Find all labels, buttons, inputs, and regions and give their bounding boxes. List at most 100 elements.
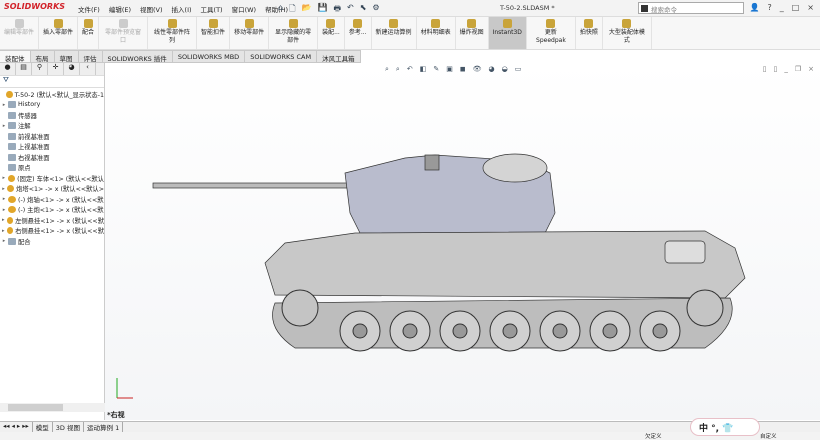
ribbon-button[interactable]: 大型装配体模式 (603, 17, 652, 49)
menu-item[interactable]: 编辑(E) (109, 4, 131, 14)
ribbon-button[interactable]: 新建运动算例 (372, 17, 417, 49)
expand-arrow-icon[interactable]: ▸ (0, 196, 8, 202)
ribbon-button[interactable]: 材料明细表 (417, 17, 456, 49)
tree-item[interactable]: ▸ 炮塔<1> -> x (默认<<默认> (0, 184, 104, 195)
tree-item[interactable]: ▸ (-) 主炮<1> -> x (默认<<默 (0, 205, 104, 216)
ribbon-button[interactable]: 线性零部件阵列 (148, 17, 198, 49)
expand-arrow-icon[interactable]: ▸ (0, 217, 7, 223)
tree-item[interactable]: ▸ History (0, 100, 104, 111)
dimxpert-icon[interactable]: ✛ (48, 63, 64, 75)
tree-item[interactable]: ▸ 注解 (0, 121, 104, 132)
scroll-left-icon[interactable]: ‹ (80, 63, 96, 75)
tree-item[interactable]: 上视基准面 (0, 142, 104, 153)
menu-item[interactable]: 插入(I) (172, 4, 192, 14)
menu-bar: 文件(F) 编辑(E) 视图(V) 插入(I) 工具(T) 窗口(W) 帮助(H) (78, 4, 288, 14)
ribbon-label: 智能扣件 (201, 29, 226, 36)
tree-item-label: 左侧悬挂<1> -> x (默认<<默 (15, 217, 104, 225)
command-tab[interactable]: 布局 (30, 50, 55, 63)
ribbon-button[interactable]: 参考... (345, 17, 372, 49)
minimize-button[interactable]: _ (780, 3, 784, 12)
help-icon[interactable]: ? (767, 3, 771, 12)
ribbon-button[interactable]: 配合 (78, 17, 100, 49)
command-tabs: 装配体 布局 草图 评估 SOLIDWORKS 插件 SOLIDWORKS MBD SOLI… (0, 50, 361, 63)
ribbon-button[interactable]: 插入零部件 (39, 17, 79, 49)
expand-arrow-icon[interactable]: ▸ (0, 123, 8, 129)
expand-arrow-icon[interactable]: ▸ (0, 175, 8, 181)
command-tab[interactable]: SOLIDWORKS 插件 (102, 50, 173, 63)
bottom-tab[interactable]: 3D 视图 (53, 422, 84, 432)
status-units[interactable]: 自定义 (760, 432, 777, 440)
ribbon-button[interactable]: 更新Speedpak (527, 17, 576, 49)
ribbon-button[interactable]: 零部件预览窗口 (99, 17, 149, 49)
tree-item-label: 配合 (18, 238, 31, 246)
bottom-tab[interactable]: 模型 (33, 422, 53, 432)
tree-item[interactable]: 传感器 (0, 110, 104, 121)
ribbon-label: 配合 (82, 29, 95, 36)
maximize-button[interactable]: □ (792, 3, 800, 12)
ribbon-button[interactable]: 移动零部件 (230, 17, 270, 49)
filter-icon[interactable]: ⛛ (0, 76, 104, 88)
tree-item[interactable]: ▸ 左侧悬挂<1> -> x (默认<<默 (0, 215, 104, 226)
ribbon-button[interactable]: 拍快照 (576, 17, 603, 49)
view-triad (116, 378, 133, 399)
options-icon[interactable]: ⚙ (372, 3, 379, 17)
tool-icon (467, 19, 477, 28)
undo-icon[interactable]: ↶ (347, 3, 354, 17)
command-tab[interactable]: 沐风工具箱 (317, 50, 361, 63)
graphics-area[interactable]: ⌕ ⌕ ↶ ◧ ✎ ▣ ◼ 👁 ◕ ◒ ▭ ▯ ▯ _ ❐ × *右视 (105, 63, 820, 420)
command-tab[interactable]: SOLIDWORKS CAM (245, 50, 318, 63)
menu-item[interactable]: 文件(F) (78, 4, 100, 14)
user-icon[interactable]: 👤 (750, 3, 760, 12)
command-tab[interactable]: 草图 (54, 50, 79, 63)
folder-icon (8, 111, 16, 119)
tree-item[interactable]: ▸ (-) 炮轴<1> -> x (默认<<默 (0, 194, 104, 205)
tree-item[interactable]: ▸ 配合 (0, 236, 104, 247)
print-icon[interactable]: 🖶 (333, 3, 341, 17)
ribbon-button[interactable]: 装配... (318, 17, 345, 49)
expand-arrow-icon[interactable]: ▸ (0, 186, 7, 192)
horizontal-scrollbar[interactable] (0, 403, 105, 412)
config-icon[interactable]: ⚲ (32, 63, 48, 75)
close-button[interactable]: × (807, 3, 814, 12)
tree-item[interactable]: 右视基准面 (0, 152, 104, 163)
home-icon[interactable]: ⌂ (278, 3, 283, 17)
property-icon[interactable]: ▤ (16, 63, 32, 75)
expand-arrow-icon[interactable]: ▸ (0, 102, 8, 108)
expand-arrow-icon[interactable]: ▸ (0, 207, 8, 213)
ribbon-label: 新建运动算例 (375, 29, 412, 36)
command-tab[interactable]: SOLIDWORKS MBD (172, 50, 246, 63)
scrollbar-thumb[interactable] (8, 404, 63, 411)
tree-item[interactable]: ▸ (固定) 车体<1> (默认<<默认 (0, 173, 104, 184)
tree-item[interactable]: 前视基准面 (0, 131, 104, 142)
bottom-tab[interactable]: 运动算例 1 (84, 422, 124, 432)
ribbon-button[interactable]: 显示隐藏的零部件 (269, 17, 319, 49)
menu-item[interactable]: 窗口(W) (232, 4, 257, 14)
expand-arrow-icon[interactable]: ▸ (0, 228, 7, 234)
ribbon-button[interactable]: 智能扣件 (197, 17, 231, 49)
new-icon[interactable]: 🗋 (289, 3, 295, 17)
menu-item[interactable]: 工具(T) (201, 4, 223, 14)
tank-model[interactable] (105, 63, 820, 420)
tree-item[interactable]: T-50-2 (默认<默认_显示状态-1 (0, 89, 104, 100)
select-icon[interactable]: ⬉ (360, 3, 367, 17)
feature-tree-icon[interactable]: ● (0, 63, 16, 75)
command-tab[interactable]: 装配体 (0, 50, 31, 63)
save-icon[interactable]: 💾 (317, 3, 327, 17)
expand-arrow-icon[interactable]: ▸ (0, 238, 8, 244)
ribbon-button[interactable]: Instant3D (488, 17, 527, 49)
ribbon-button[interactable]: 爆炸视图 (456, 17, 489, 49)
tree-item[interactable]: ▸ 右侧悬挂<1> -> x (默认<<默 (0, 226, 104, 237)
ime-toolbar[interactable]: 中 °, 👕 (690, 418, 760, 436)
tool-icon (326, 19, 336, 28)
tree-item-label: 右视基准面 (18, 154, 50, 162)
search-input[interactable]: 搜索命令 (638, 2, 744, 14)
menu-item[interactable]: 视图(V) (140, 4, 163, 14)
ribbon-button[interactable]: 编辑零部件 (0, 17, 40, 49)
open-icon[interactable]: 📂 (302, 3, 312, 17)
tree-item-label: (-) 主炮<1> -> x (默认<<默 (18, 207, 104, 215)
assembly-icon (7, 174, 16, 182)
tree-item[interactable]: 原点 (0, 163, 104, 174)
tab-nav-arrows[interactable]: ◂◂ ◂ ▸ ▸▸ (0, 422, 33, 432)
command-tab[interactable]: 评估 (78, 50, 103, 63)
display-icon[interactable]: ◕ (64, 63, 80, 75)
